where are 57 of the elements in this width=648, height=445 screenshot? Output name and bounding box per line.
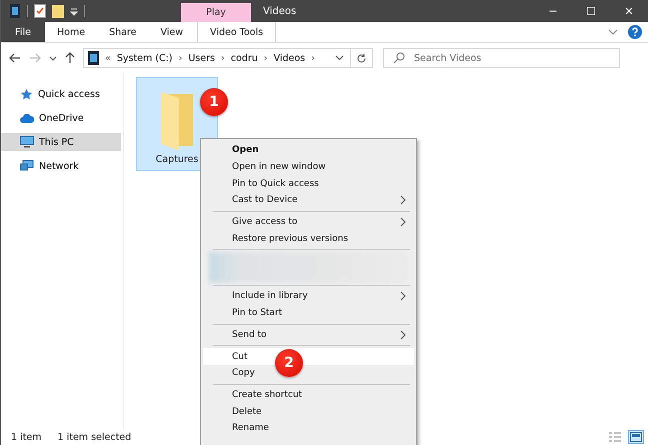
chevron-down-icon[interactable] — [49, 56, 57, 60]
chevron-down-icon[interactable] — [335, 55, 344, 61]
cloud-icon — [20, 114, 34, 123]
menu-item[interactable]: Delete — [203, 403, 414, 420]
large-icons-view-icon — [630, 432, 642, 442]
monitor-icon — [20, 136, 34, 148]
help-icon[interactable] — [628, 25, 642, 39]
menu-item[interactable]: Create shortcut — [203, 386, 414, 404]
window-title: Videos — [263, 6, 296, 16]
window-control-button[interactable]: ─ — [534, 0, 572, 22]
breadcrumb[interactable]: Videos — [274, 52, 306, 64]
step-number-badge: 1 — [200, 88, 228, 116]
window-control-button[interactable]: ✕ — [610, 0, 648, 22]
menu-item[interactable]: Cast to Device — [203, 192, 414, 209]
search-field[interactable]: Search Videos — [383, 48, 620, 68]
breadcrumb[interactable]: codru — [230, 52, 258, 64]
sidebar-item[interactable]: Network — [1, 157, 121, 175]
menu-item[interactable]: Give access to — [203, 214, 414, 230]
breadcrumb[interactable]: System (C:) — [116, 52, 173, 64]
dropdown-icon[interactable] — [70, 6, 78, 16]
breadcrumb[interactable]: › — [178, 52, 182, 64]
film-icon[interactable] — [9, 4, 21, 18]
menu-item[interactable]: Include in library — [203, 288, 414, 305]
checklist-icon[interactable] — [34, 4, 46, 18]
large-icons-view-button[interactable] — [628, 430, 644, 444]
breadcrumb[interactable]: › — [311, 52, 315, 64]
menu-item[interactable]: Restore previous versions — [203, 230, 414, 248]
network-icon — [20, 160, 34, 172]
chevron-down-icon[interactable] — [608, 29, 618, 35]
menu-item[interactable]: Pin to Quick access — [203, 175, 414, 192]
contextual-tab-header: Play — [181, 3, 251, 22]
star-icon — [20, 88, 33, 101]
refresh-icon — [356, 52, 367, 64]
up-arrow-icon[interactable] — [65, 52, 75, 64]
breadcrumb[interactable]: › — [264, 52, 268, 64]
ribbon-tab[interactable]: File — [1, 22, 45, 42]
search-icon — [393, 52, 405, 64]
details-view-icon[interactable] — [608, 431, 622, 443]
menu-item[interactable]: Rename — [203, 420, 414, 437]
sidebar-item[interactable]: OneDrive — [1, 110, 121, 127]
folder-icon — [159, 92, 195, 150]
window-control-button[interactable]: ☐ — [572, 0, 610, 22]
breadcrumb[interactable]: Users — [188, 52, 215, 64]
address-bar[interactable]: « System (C:) › Users › codru › Videos › — [83, 48, 351, 68]
item-count: 1 item — [11, 432, 42, 442]
film-icon — [88, 51, 99, 65]
menu-item[interactable]: Send to — [203, 326, 414, 344]
folder-icon[interactable] — [52, 4, 64, 18]
menu-item[interactable]: Pin to Start — [203, 304, 414, 322]
sidebar-item[interactable]: This PC — [1, 133, 121, 151]
selection-count: 1 item selected — [58, 432, 132, 442]
breadcrumb[interactable]: › — [220, 52, 225, 64]
sidebar-item[interactable]: Quick access — [1, 85, 121, 104]
breadcrumb[interactable]: « — [105, 52, 111, 64]
back-arrow-icon[interactable] — [9, 53, 21, 63]
ribbon-tab[interactable]: Video Tools — [197, 22, 276, 42]
refresh-button[interactable] — [351, 48, 373, 68]
